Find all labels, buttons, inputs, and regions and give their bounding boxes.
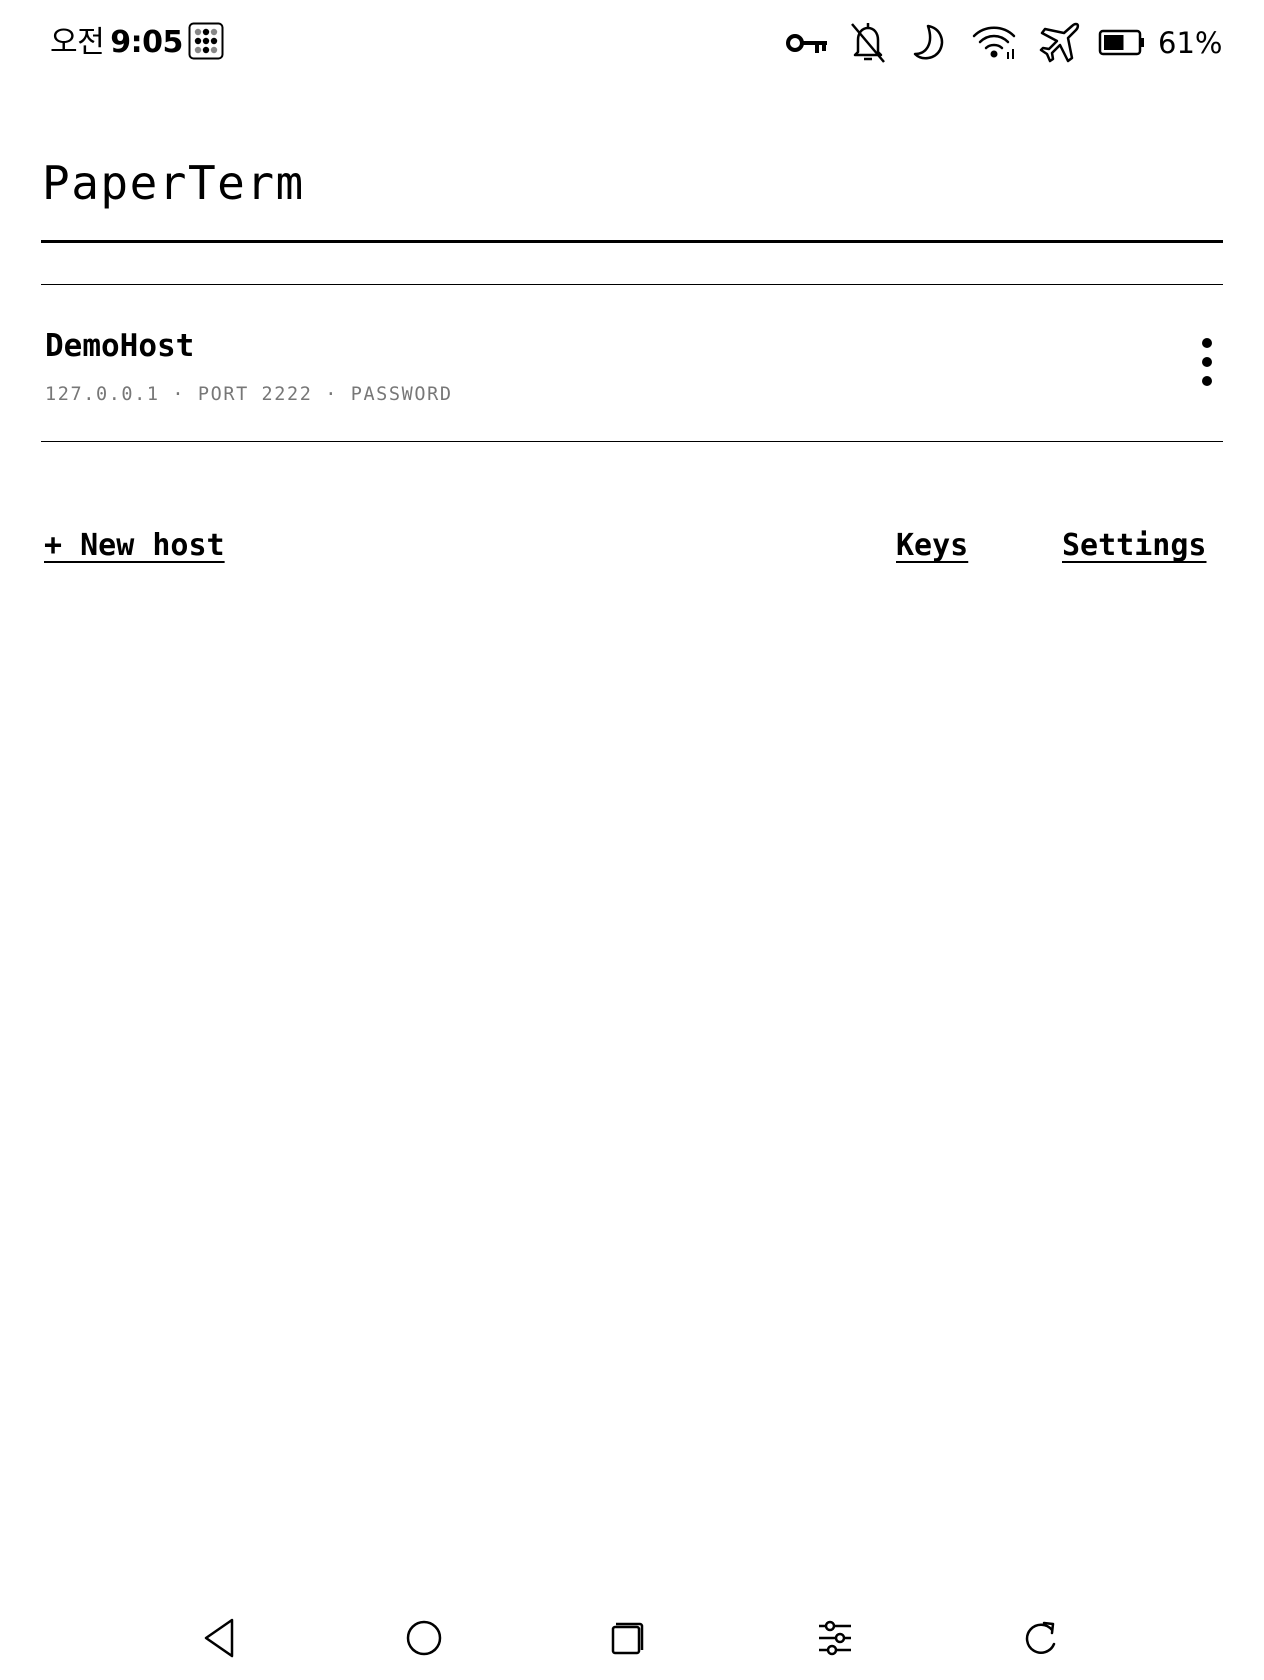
vpn-key-icon (786, 34, 827, 53)
home-icon[interactable] (400, 1614, 448, 1662)
airplane-mode-icon (1039, 22, 1080, 63)
wifi-icon (972, 26, 1016, 59)
list-bottom-divider (41, 441, 1223, 442)
back-icon[interactable] (196, 1614, 244, 1662)
battery-percentage: 61% (1158, 26, 1223, 60)
do-not-disturb-moon-icon (913, 24, 944, 60)
battery-icon (1098, 29, 1144, 56)
status-bar: 오전 9:05 61% (0, 0, 1264, 88)
settings-link[interactable]: Settings (1062, 526, 1207, 566)
adjust-icon[interactable] (811, 1614, 859, 1662)
host-details: 127.0.0.1 · PORT 2222 · PASSWORD (45, 384, 453, 405)
host-name: DemoHost (45, 328, 195, 364)
refresh-icon[interactable] (1016, 1614, 1064, 1662)
page-title: PaperTerm (42, 156, 305, 210)
host-list-item[interactable]: DemoHost 127.0.0.1 · PORT 2222 · PASSWOR… (41, 286, 1223, 442)
new-host-button[interactable]: + New host (44, 526, 225, 566)
recents-icon[interactable] (605, 1614, 653, 1662)
keys-link[interactable]: Keys (896, 526, 968, 566)
list-top-divider (41, 284, 1223, 285)
navigation-bar (0, 1604, 1264, 1680)
more-vertical-icon[interactable] (1193, 334, 1221, 390)
bell-off-icon (851, 23, 885, 63)
status-icons (0, 18, 1264, 68)
header-divider (41, 240, 1223, 243)
